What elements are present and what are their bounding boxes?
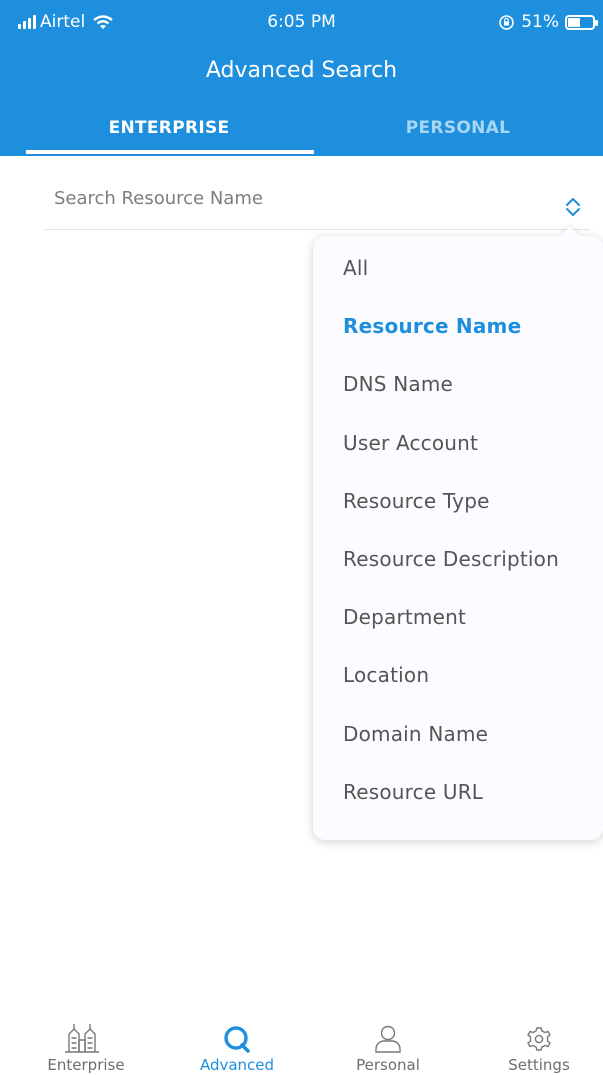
bottom-nav: Enterprise Advanced Personal Settings xyxy=(0,1018,603,1075)
filter-option-user-account[interactable]: User Account xyxy=(313,425,603,483)
filter-option-department[interactable]: Department xyxy=(313,599,603,657)
tab-personal[interactable]: PERSONAL xyxy=(313,118,603,138)
filter-option-domain-name[interactable]: Domain Name xyxy=(313,716,603,774)
nav-item-advanced[interactable]: Advanced xyxy=(162,1018,312,1074)
status-right: 51% xyxy=(498,12,598,32)
nav-item-enterprise[interactable]: Enterprise xyxy=(11,1018,161,1074)
tab-enterprise[interactable]: ENTERPRISE xyxy=(24,118,314,138)
filter-toggle-icon[interactable] xyxy=(562,194,584,220)
filter-option-location[interactable]: Location xyxy=(313,657,603,715)
gear-icon xyxy=(527,1027,551,1051)
filter-option-resource-description[interactable]: Resource Description xyxy=(313,541,603,599)
orientation-lock-icon xyxy=(499,14,515,30)
app-header: Airtel 6:05 PM 51% Advanced Search ENTER… xyxy=(0,0,603,156)
filter-dropdown: All Resource Name DNS Name User Account … xyxy=(313,236,603,840)
enterprise-icon xyxy=(65,1024,99,1053)
status-bar: Airtel 6:05 PM 51% xyxy=(0,0,603,50)
nav-label-personal: Personal xyxy=(356,1056,420,1074)
tab-bar: ENTERPRISE PERSONAL xyxy=(0,108,603,156)
filter-option-list: All Resource Name DNS Name User Account … xyxy=(313,250,603,832)
nav-label-enterprise: Enterprise xyxy=(47,1056,125,1074)
person-icon xyxy=(375,1025,401,1053)
search-icon xyxy=(224,1026,250,1053)
nav-item-personal[interactable]: Personal xyxy=(313,1018,463,1074)
nav-item-settings[interactable]: Settings xyxy=(464,1018,603,1074)
search-input[interactable] xyxy=(54,176,534,220)
nav-label-advanced: Advanced xyxy=(199,1056,275,1074)
battery-percent: 51% xyxy=(521,12,559,32)
battery-icon xyxy=(565,14,598,30)
filter-option-resource-name[interactable]: Resource Name xyxy=(313,308,603,366)
filter-option-resource-type[interactable]: Resource Type xyxy=(313,483,603,541)
search-bar xyxy=(44,176,590,230)
active-tab-indicator xyxy=(26,150,314,154)
nav-label-settings: Settings xyxy=(508,1056,570,1074)
filter-option-resource-url[interactable]: Resource URL xyxy=(313,774,603,832)
filter-option-all[interactable]: All xyxy=(313,250,603,308)
page-title: Advanced Search xyxy=(205,58,398,83)
filter-option-dns-name[interactable]: DNS Name xyxy=(313,366,603,424)
